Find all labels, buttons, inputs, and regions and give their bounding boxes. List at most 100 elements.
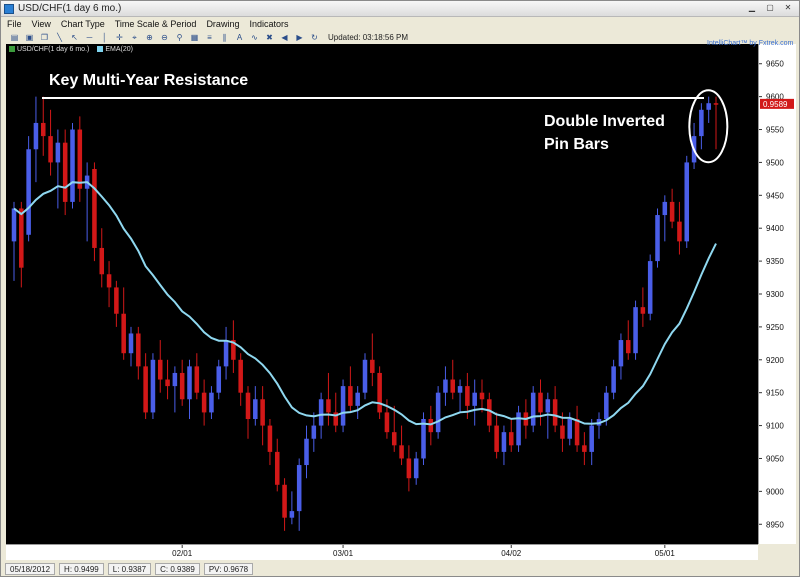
candle-body: [70, 129, 75, 202]
candle-body: [567, 419, 573, 439]
candle-body: [187, 366, 192, 400]
legend-swatch-ema: [97, 46, 104, 53]
app-icon: [4, 4, 14, 14]
candle-body: [713, 103, 719, 105]
price-axis-svg: 9650960095509500945094009350930092509200…: [759, 60, 794, 529]
price-tick-label: 9200: [766, 356, 784, 365]
candle-body: [465, 386, 470, 406]
candle-body: [150, 359, 156, 413]
candle-body: [479, 392, 485, 400]
text-tool-icon[interactable]: A: [234, 33, 245, 42]
price-tick-label: 9250: [766, 323, 784, 332]
candle-body: [494, 425, 499, 452]
resistance-annotation: Key Multi-Year Resistance: [49, 72, 248, 89]
menu-indicators[interactable]: Indicators: [249, 18, 288, 31]
candle-body: [48, 136, 53, 163]
candle-body: [370, 359, 375, 373]
status-pv: PV: 0.9678: [203, 563, 254, 575]
candle-body: [216, 366, 222, 393]
crosshair-icon[interactable]: ✛: [114, 33, 125, 42]
close-icon[interactable]: ✕: [781, 3, 795, 14]
zoom-in-icon[interactable]: ⊕: [144, 33, 155, 42]
candle-body: [172, 372, 178, 387]
pin-bar-annotation-line2: Pin Bars: [544, 136, 609, 153]
copy-icon[interactable]: ❐: [39, 33, 50, 42]
candle-body: [399, 445, 404, 459]
channel-icon[interactable]: ∥: [219, 33, 230, 42]
menu-file[interactable]: File: [7, 18, 22, 31]
status-close: C: 0.9389: [155, 563, 200, 575]
candle-body: [114, 287, 119, 314]
candle-body: [55, 142, 61, 163]
date-tick-label: 03/01: [333, 549, 354, 558]
brand-label: IntelliChart™ by Fxtrek.com: [707, 40, 794, 47]
candle-body: [560, 425, 565, 439]
chart-canvas[interactable]: Key Multi-Year Resistance Double Inverted…: [6, 44, 758, 544]
hline-tool-icon[interactable]: ─: [84, 33, 95, 42]
chart-svg: Key Multi-Year Resistance Double Inverted…: [11, 72, 729, 531]
indicator-icon[interactable]: ∿: [249, 33, 260, 42]
price-tick-label: 9000: [766, 487, 784, 496]
delete-icon[interactable]: ✖: [264, 33, 275, 42]
cursor-icon[interactable]: ⌖: [129, 33, 140, 42]
date-tick-label: 05/01: [655, 549, 676, 558]
candle-body: [267, 425, 273, 452]
pointer-icon[interactable]: ↖: [69, 33, 80, 42]
print-icon[interactable]: ▤: [9, 33, 20, 42]
date-tick-label: 02/01: [172, 549, 193, 558]
candle-body: [362, 359, 368, 393]
legend-item-ema: EMA(20): [97, 46, 133, 53]
date-axis[interactable]: 02/0103/0104/0205/0106/01: [6, 544, 758, 560]
minimize-icon[interactable]: ▁: [745, 3, 759, 14]
menu-chart-type[interactable]: Chart Type: [61, 18, 105, 31]
candle-body: [428, 419, 434, 433]
candle-body: [472, 392, 477, 406]
candle-body: [538, 392, 543, 413]
price-tick-label: 8950: [766, 520, 784, 529]
magnify-icon[interactable]: ⚲: [174, 33, 185, 42]
fib-icon[interactable]: ≡: [204, 33, 215, 42]
forward-icon[interactable]: ▶: [294, 33, 305, 42]
price-tick-label: 9350: [766, 257, 784, 266]
title-bar: USD/CHF(1 day 6 mo.) ▁ ▢ ✕: [1, 1, 799, 17]
candle-body: [77, 129, 83, 189]
grid-icon[interactable]: ▦: [189, 33, 200, 42]
maximize-icon[interactable]: ▢: [763, 3, 777, 14]
candle-body: [501, 432, 507, 452]
candle-body: [33, 122, 39, 150]
refresh-icon[interactable]: ↻: [309, 33, 320, 42]
candle-body: [647, 261, 653, 314]
candle-body: [699, 109, 704, 137]
menu-view[interactable]: View: [32, 18, 51, 31]
price-tick-label: 9650: [766, 60, 784, 69]
candle-body: [413, 458, 419, 479]
candle-body: [238, 359, 243, 393]
candle-body: [625, 340, 631, 354]
price-axis[interactable]: 9650 9600 9550 9500 9450 9400 9350 9300 9250 9200…: [758, 44, 796, 544]
candle-body: [136, 333, 141, 367]
vline-tool-icon[interactable]: │: [99, 33, 110, 42]
menu-drawing[interactable]: Drawing: [206, 18, 239, 31]
candle-body: [669, 201, 675, 222]
candle-body: [384, 412, 390, 433]
menu-time-scale[interactable]: Time Scale & Period: [115, 18, 197, 31]
status-high: H: 0.9499: [59, 563, 104, 575]
candle-body: [326, 399, 331, 413]
save-icon[interactable]: ▣: [24, 33, 35, 42]
window-title: USD/CHF(1 day 6 mo.): [18, 3, 122, 14]
date-axis-svg: 02/0103/0104/0205/0106/01: [172, 545, 676, 558]
line-tool-icon[interactable]: ╲: [54, 33, 65, 42]
date-tick-label: 04/02: [501, 549, 522, 558]
back-icon[interactable]: ◀: [279, 33, 290, 42]
candle-body: [92, 169, 97, 248]
candle-body: [128, 333, 134, 354]
zoom-out-icon[interactable]: ⊖: [159, 33, 170, 42]
candle-body: [677, 221, 682, 242]
legend-swatch-price: [9, 46, 15, 53]
pin-bar-annotation-line1: Double Inverted: [544, 113, 665, 130]
legend-label-price: USD/CHF(1 day 6 mo.): [17, 46, 90, 53]
candle-body: [274, 451, 280, 485]
price-tick-label: 9450: [766, 191, 784, 200]
window-controls: ▁ ▢ ✕: [745, 3, 795, 14]
candle-body: [143, 366, 148, 413]
